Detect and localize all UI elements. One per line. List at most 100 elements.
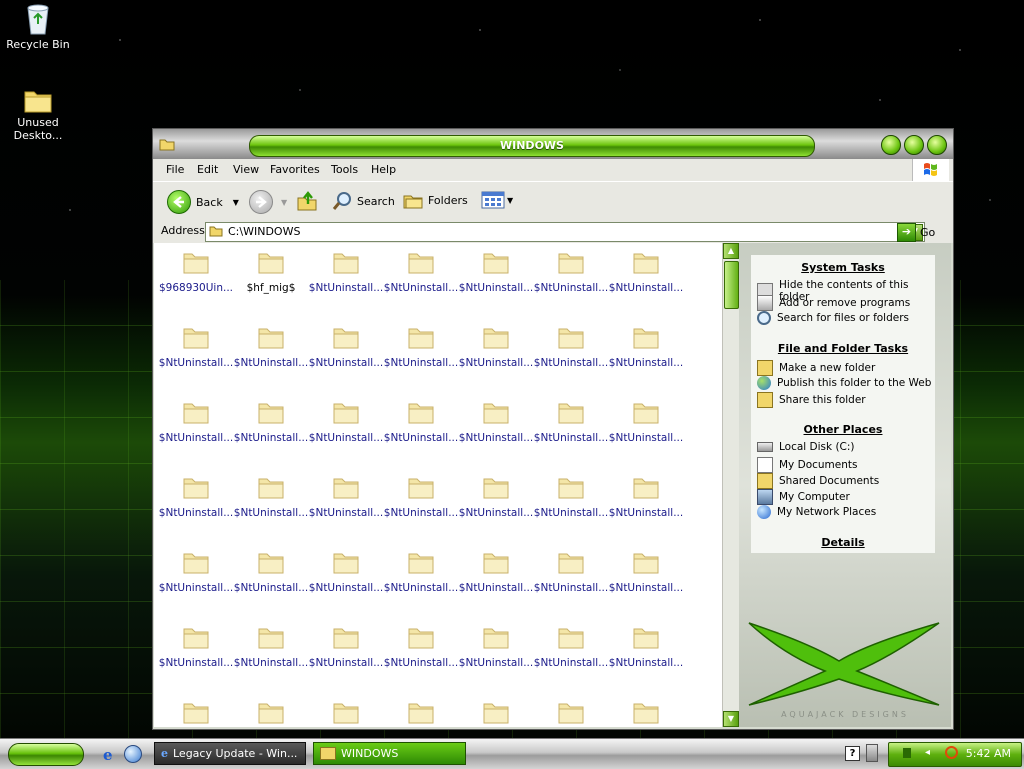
folder-item[interactable]: $NtUninstall...	[608, 249, 684, 294]
folder-item[interactable]	[308, 699, 384, 727]
task-publish-web[interactable]: Publish this folder to the Web	[757, 376, 931, 390]
close-button[interactable]	[927, 135, 947, 155]
folder-item[interactable]: $NtUninstall...	[308, 549, 384, 594]
folder-item[interactable]	[608, 699, 684, 727]
maximize-button[interactable]	[904, 135, 924, 155]
folder-item[interactable]: $NtUninstall...	[533, 474, 609, 519]
chevron-down-icon[interactable]: ▼	[281, 198, 287, 207]
menu-tools[interactable]: Tools	[331, 163, 358, 176]
task-search-files[interactable]: Search for files or folders	[757, 311, 909, 325]
folder-item[interactable]	[458, 699, 534, 727]
menu-view[interactable]: View	[233, 163, 259, 176]
details-header[interactable]: Details	[751, 536, 935, 549]
folder-item[interactable]: $NtUninstall...	[533, 399, 609, 444]
scroll-down-button[interactable]: ▼	[723, 711, 739, 727]
system-tasks-header[interactable]: System Tasks	[751, 261, 935, 274]
folder-item[interactable]: $968930Uin...	[158, 249, 234, 294]
folder-item[interactable]: $NtUninstall...	[533, 549, 609, 594]
folder-item[interactable]: $NtUninstall...	[308, 324, 384, 369]
show-desktop-icon[interactable]	[124, 745, 142, 763]
folder-item[interactable]: $NtUninstall...	[458, 474, 534, 519]
chevron-down-icon[interactable]: ▼	[233, 198, 239, 207]
menu-edit[interactable]: Edit	[197, 163, 218, 176]
scroll-thumb[interactable]	[724, 261, 739, 309]
menu-help[interactable]: Help	[371, 163, 396, 176]
up-folder-button[interactable]	[296, 190, 318, 212]
taskbar-item-windows[interactable]: WINDOWS	[313, 742, 466, 765]
task-new-folder[interactable]: Make a new folder	[757, 360, 875, 376]
folder-item[interactable]	[533, 699, 609, 727]
forward-button[interactable]: ▼	[249, 190, 287, 214]
vertical-scrollbar[interactable]: ▲ ▼	[722, 243, 739, 727]
folder-item[interactable]	[158, 699, 234, 727]
place-my-documents[interactable]: My Documents	[757, 457, 857, 473]
folder-item[interactable]: $NtUninstall...	[533, 249, 609, 294]
place-network[interactable]: My Network Places	[757, 505, 876, 519]
chevron-down-icon[interactable]: ▼	[507, 196, 513, 205]
minimize-button[interactable]	[881, 135, 901, 155]
folders-button[interactable]: Folders	[402, 190, 468, 210]
folder-item[interactable]: $NtUninstall...	[608, 624, 684, 669]
folder-item[interactable]: $NtUninstall...	[608, 399, 684, 444]
folder-item[interactable]: $NtUninstall...	[383, 399, 459, 444]
folder-item[interactable]: $NtUninstall...	[608, 549, 684, 594]
folder-item[interactable]: $NtUninstall...	[458, 549, 534, 594]
folder-item[interactable]: $NtUninstall...	[383, 549, 459, 594]
taskbar-item-legacy-update[interactable]: e Legacy Update - Win...	[154, 742, 306, 765]
folder-item[interactable]: $NtUninstall...	[158, 549, 234, 594]
folder-item[interactable]: $NtUninstall...	[308, 474, 384, 519]
folder-item[interactable]: $NtUninstall...	[383, 324, 459, 369]
folder-item[interactable]: $NtUninstall...	[233, 474, 309, 519]
folder-item[interactable]: $NtUninstall...	[158, 624, 234, 669]
address-input[interactable]: C:\WINDOWS ▼	[205, 222, 925, 242]
folder-item[interactable]: $NtUninstall...	[233, 624, 309, 669]
folder-item[interactable]: $NtUninstall...	[308, 399, 384, 444]
task-share-folder[interactable]: Share this folder	[757, 392, 866, 408]
folder-item[interactable]: $NtUninstall...	[308, 624, 384, 669]
folder-item[interactable]: $NtUninstall...	[158, 399, 234, 444]
start-button[interactable]	[8, 743, 84, 766]
folder-item[interactable]: $NtUninstall...	[158, 474, 234, 519]
folder-item[interactable]: $hf_mig$	[233, 249, 309, 294]
search-button[interactable]: Search	[331, 190, 395, 212]
views-button[interactable]: ▼	[481, 190, 513, 210]
folder-item[interactable]: $NtUninstall...	[533, 324, 609, 369]
go-button[interactable]: ➔ Go	[897, 223, 935, 242]
folder-item[interactable]: $NtUninstall...	[308, 249, 384, 294]
help-icon[interactable]: ?	[845, 746, 860, 761]
folder-item[interactable]: $NtUninstall...	[458, 624, 534, 669]
folder-item[interactable]: $NtUninstall...	[458, 249, 534, 294]
folder-item[interactable]: $NtUninstall...	[458, 324, 534, 369]
place-shared-documents[interactable]: Shared Documents	[757, 473, 879, 489]
desktop-icon-unused-shortcuts[interactable]: Unused Deskto...	[3, 86, 73, 142]
folder-item[interactable]: $NtUninstall...	[233, 549, 309, 594]
network-tray-icon[interactable]	[866, 744, 878, 762]
folder-item[interactable]: $NtUninstall...	[383, 474, 459, 519]
file-folder-tasks-header[interactable]: File and Folder Tasks	[751, 342, 935, 355]
back-button[interactable]: Back ▼	[167, 190, 239, 214]
folder-item[interactable]: $NtUninstall...	[383, 249, 459, 294]
search-tray-icon[interactable]	[945, 746, 958, 759]
folder-item[interactable]: $NtUninstall...	[533, 624, 609, 669]
menu-favorites[interactable]: Favorites	[270, 163, 320, 176]
other-places-header[interactable]: Other Places	[751, 423, 935, 436]
folder-item[interactable]: $NtUninstall...	[383, 624, 459, 669]
desktop-icon-recycle-bin[interactable]: Recycle Bin	[3, 2, 73, 51]
task-add-remove-programs[interactable]: Add or remove programs	[757, 295, 910, 311]
chevron-left-icon[interactable]: ◂	[925, 747, 930, 758]
folder-item[interactable]: $NtUninstall...	[608, 474, 684, 519]
folder-item[interactable]	[233, 699, 309, 727]
folder-content-area[interactable]: $968930Uin... $hf_mig$ $NtUninstall... $NtU…	[154, 243, 722, 727]
volume-icon[interactable]	[903, 748, 911, 758]
scroll-up-button[interactable]: ▲	[723, 243, 739, 259]
folder-item[interactable]: $NtUninstall...	[608, 324, 684, 369]
internet-explorer-icon[interactable]: e	[103, 746, 113, 764]
menu-file[interactable]: File	[166, 163, 184, 176]
place-local-disk[interactable]: Local Disk (C:)	[757, 441, 855, 453]
place-my-computer[interactable]: My Computer	[757, 489, 850, 505]
folder-item[interactable]: $NtUninstall...	[158, 324, 234, 369]
folder-item[interactable]: $NtUninstall...	[233, 399, 309, 444]
clock[interactable]: 5:42 AM	[966, 747, 1011, 760]
folder-item[interactable]: $NtUninstall...	[458, 399, 534, 444]
folder-item[interactable]	[383, 699, 459, 727]
